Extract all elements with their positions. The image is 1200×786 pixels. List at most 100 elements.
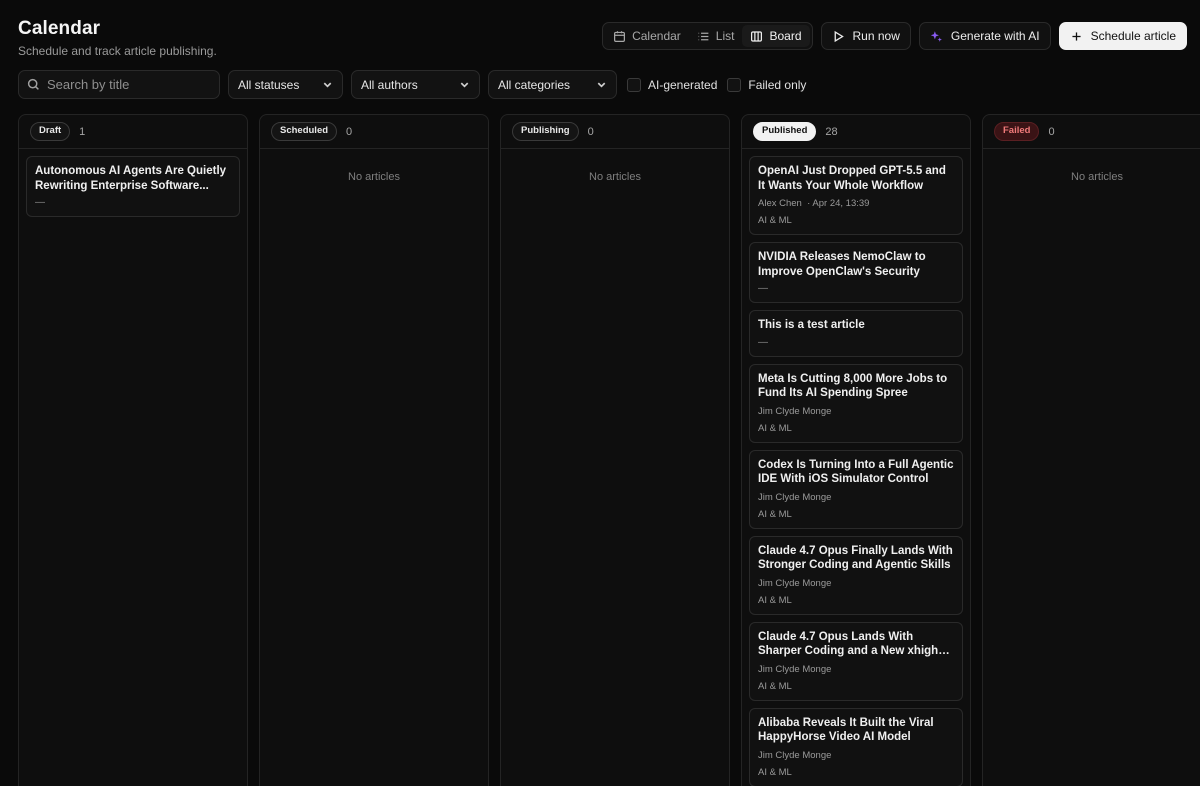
column-published: Published 28 OpenAI Just Dropped GPT-5.5… bbox=[741, 114, 971, 786]
card-category: AI & ML bbox=[758, 215, 792, 226]
author-filter-value: All authors bbox=[361, 77, 418, 92]
calendar-page: Calendar Schedule and track article publ… bbox=[0, 0, 1200, 786]
ai-generated-label: AI-generated bbox=[648, 77, 718, 92]
card-author: Jim Clyde Monge bbox=[758, 405, 832, 417]
chevron-down-icon bbox=[323, 82, 332, 88]
chevron-down-icon bbox=[597, 82, 606, 88]
category-filter-select[interactable]: All categories bbox=[488, 70, 617, 99]
view-board-label: Board bbox=[769, 29, 802, 43]
failed-only-checkbox-box[interactable] bbox=[727, 77, 742, 92]
card-title: Meta Is Cutting 8,000 More Jobs to Fund … bbox=[758, 372, 948, 400]
run-now-label: Run now bbox=[852, 29, 900, 43]
article-card[interactable]: OpenAI Just Dropped GPT-5.5 and It Wants… bbox=[749, 156, 963, 235]
view-list-button[interactable]: List bbox=[689, 25, 743, 47]
ai-generated-checkbox-box[interactable] bbox=[627, 77, 641, 92]
card-category: AI & ML bbox=[758, 508, 792, 520]
toolbar: Calendar List Board Run now Generate wit… bbox=[602, 22, 1187, 50]
column-draft: Draft 1 Autonomous AI Agents Are Quietly… bbox=[18, 114, 248, 786]
status-badge: Publishing bbox=[512, 122, 579, 141]
column-body: OpenAI Just Dropped GPT-5.5 and It Wants… bbox=[742, 149, 970, 786]
column-count: 0 bbox=[587, 125, 594, 138]
schedule-article-button[interactable]: Schedule article bbox=[1058, 22, 1187, 50]
card-title: This is a test article bbox=[758, 319, 865, 331]
card-title: Autonomous AI Agents Are Quietly Rewriti… bbox=[35, 165, 227, 192]
card-author: Jim Clyde Monge bbox=[758, 749, 832, 761]
article-card[interactable]: Meta Is Cutting 8,000 More Jobs to Fund … bbox=[749, 363, 963, 443]
kanban-board: Draft 1 Autonomous AI Agents Are Quietly… bbox=[18, 114, 1200, 786]
search-input[interactable] bbox=[47, 77, 211, 92]
page-title: Calendar bbox=[18, 18, 101, 39]
sparkles-icon bbox=[930, 30, 942, 42]
search-box bbox=[18, 70, 220, 99]
status-badge: Scheduled bbox=[271, 122, 338, 141]
card-meta: Alex Chen · Apr 24, 13:39 bbox=[758, 198, 954, 209]
status-badge: Failed bbox=[994, 122, 1040, 141]
page-subtitle: Schedule and track article publishing. bbox=[18, 44, 217, 58]
card-author-placeholder: — bbox=[35, 197, 45, 208]
filters-bar: All statuses All authors All categories … bbox=[18, 70, 806, 99]
search-icon bbox=[27, 78, 39, 90]
card-title: OpenAI Just Dropped GPT-5.5 and It Wants… bbox=[758, 165, 946, 192]
column-header: Publishing 0 bbox=[501, 115, 729, 149]
failed-only-checkbox[interactable]: Failed only bbox=[727, 77, 807, 92]
ai-generated-checkbox[interactable]: AI-generated bbox=[627, 77, 718, 92]
column-body: Autonomous AI Agents Are Quietly Rewriti… bbox=[19, 149, 247, 224]
plus-icon bbox=[1072, 31, 1081, 41]
board-icon bbox=[751, 30, 763, 42]
card-title: Codex Is Turning Into a Full Agentic IDE… bbox=[758, 458, 954, 486]
generate-with-ai-button[interactable]: Generate with AI bbox=[918, 22, 1051, 50]
article-card[interactable]: Codex Is Turning Into a Full Agentic IDE… bbox=[749, 449, 963, 529]
card-author: Alex Chen bbox=[758, 198, 802, 209]
column-header: Failed 0 bbox=[983, 115, 1200, 149]
view-list-label: List bbox=[715, 29, 735, 43]
article-card[interactable]: NVIDIA Releases NemoClaw to Improve Open… bbox=[749, 242, 963, 303]
card-title: NVIDIA Releases NemoClaw to Improve Open… bbox=[758, 251, 926, 278]
status-filter-select[interactable]: All statuses bbox=[228, 70, 343, 99]
article-card[interactable]: This is a test article — bbox=[749, 310, 963, 357]
card-title: Claude 4.7 Opus Finally Lands With Stron… bbox=[758, 544, 953, 572]
view-board-button[interactable]: Board bbox=[742, 25, 810, 47]
schedule-article-label: Schedule article bbox=[1090, 29, 1176, 43]
column-failed: Failed 0 No articles bbox=[982, 114, 1200, 786]
article-card[interactable]: Claude 4.7 Opus Lands With Sharper Codin… bbox=[749, 621, 963, 701]
column-header: Published 28 bbox=[742, 115, 970, 149]
view-calendar-label: Calendar bbox=[632, 29, 681, 43]
card-author-placeholder: — bbox=[758, 283, 768, 294]
card-category: AI & ML bbox=[758, 680, 792, 692]
empty-state: No articles bbox=[348, 171, 400, 183]
page-header: Calendar Schedule and track article publ… bbox=[18, 18, 217, 58]
chevron-down-icon bbox=[460, 82, 469, 88]
column-publishing: Publishing 0 No articles bbox=[500, 114, 730, 786]
article-card[interactable]: Alibaba Reveals It Built the Viral Happy… bbox=[749, 707, 963, 786]
view-calendar-button[interactable]: Calendar bbox=[605, 25, 689, 47]
card-author-placeholder: — bbox=[758, 336, 768, 348]
run-now-button[interactable]: Run now bbox=[820, 22, 911, 50]
generate-with-ai-label: Generate with AI bbox=[950, 29, 1040, 43]
play-icon bbox=[834, 30, 844, 42]
column-count: 28 bbox=[825, 125, 838, 138]
status-filter-value: All statuses bbox=[238, 77, 300, 92]
card-title: Alibaba Reveals It Built the Viral Happy… bbox=[758, 716, 934, 744]
column-count: 0 bbox=[346, 125, 353, 138]
column-count: 0 bbox=[1048, 125, 1055, 138]
card-date: · Apr 24, 13:39 bbox=[807, 198, 870, 209]
card-category: AI & ML bbox=[758, 422, 792, 434]
column-scheduled: Scheduled 0 No articles bbox=[259, 114, 489, 786]
status-badge: Draft bbox=[30, 122, 71, 141]
empty-state: No articles bbox=[1071, 171, 1123, 183]
card-author: Jim Clyde Monge bbox=[758, 491, 832, 503]
status-badge: Published bbox=[753, 122, 817, 141]
card-author: Jim Clyde Monge bbox=[758, 663, 832, 675]
list-icon bbox=[698, 32, 709, 40]
card-author: Jim Clyde Monge bbox=[758, 577, 832, 589]
card-category: AI & ML bbox=[758, 594, 792, 606]
author-filter-select[interactable]: All authors bbox=[351, 70, 480, 99]
article-card[interactable]: Autonomous AI Agents Are Quietly Rewriti… bbox=[26, 156, 240, 217]
view-switcher: Calendar List Board bbox=[602, 22, 813, 50]
card-category: AI & ML bbox=[758, 766, 792, 778]
calendar-icon bbox=[614, 30, 626, 42]
article-card[interactable]: Claude 4.7 Opus Finally Lands With Stron… bbox=[749, 535, 963, 615]
column-count: 1 bbox=[79, 125, 86, 138]
failed-only-label: Failed only bbox=[748, 77, 807, 92]
card-title: Claude 4.7 Opus Lands With Sharper Codin… bbox=[758, 630, 939, 658]
